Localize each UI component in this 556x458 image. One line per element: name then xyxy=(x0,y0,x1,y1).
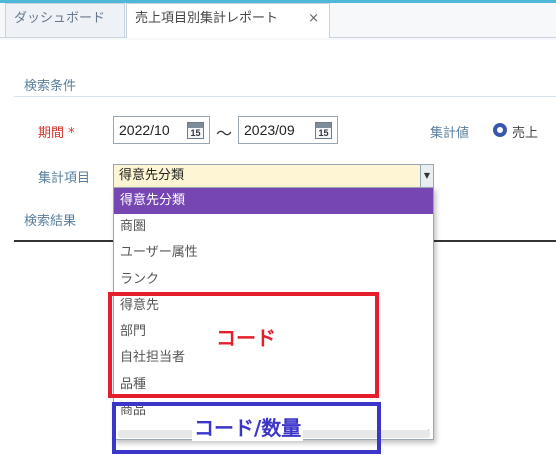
radio-sales[interactable] xyxy=(493,123,507,137)
required-mark: * xyxy=(68,126,75,141)
date-to-field[interactable]: 2023/09 15 xyxy=(238,116,338,144)
code-annotation-label: コード xyxy=(216,326,276,350)
calendar-icon[interactable]: 15 xyxy=(187,122,204,139)
dropdown-option[interactable]: ユーザー属性 xyxy=(114,240,433,266)
tab-sales-report-label: 売上項目別集計レポート xyxy=(135,11,279,26)
close-icon[interactable]: × xyxy=(308,4,319,34)
radio-sales-label: 売上 xyxy=(512,126,539,141)
tab-dashboard[interactable]: ダッシュボード xyxy=(5,3,125,37)
aggregate-item-select[interactable]: 得意先分類 ▼ xyxy=(113,164,434,188)
section-divider xyxy=(14,96,556,97)
period-label: 期間 * xyxy=(38,126,75,141)
search-results-title: 検索結果 xyxy=(24,214,77,229)
range-separator: ～ xyxy=(216,124,233,143)
calendar-icon[interactable]: 15 xyxy=(315,122,332,139)
select-value: 得意先分類 xyxy=(119,168,185,183)
dropdown-option[interactable]: ランク xyxy=(114,267,433,293)
tab-sales-report[interactable]: 売上項目別集計レポート × xyxy=(126,3,330,38)
date-from-field[interactable]: 2022/10 15 xyxy=(113,116,210,144)
chevron-down-icon[interactable]: ▼ xyxy=(420,165,433,187)
dropdown-option[interactable]: 得意先分類 xyxy=(114,188,433,214)
code-quantity-annotation-label: コード/数量 xyxy=(192,412,304,441)
radio-next-label: （ xyxy=(550,121,556,140)
aggregate-item-label: 集計項目 xyxy=(38,171,91,186)
aggregate-value-label: 集計値 xyxy=(430,126,470,141)
dropdown-option[interactable]: 商圏 xyxy=(114,214,433,240)
date-from-value: 2022/10 xyxy=(119,122,170,138)
date-to-value: 2023/09 xyxy=(244,122,295,138)
search-conditions-title: 検索条件 xyxy=(24,79,77,94)
